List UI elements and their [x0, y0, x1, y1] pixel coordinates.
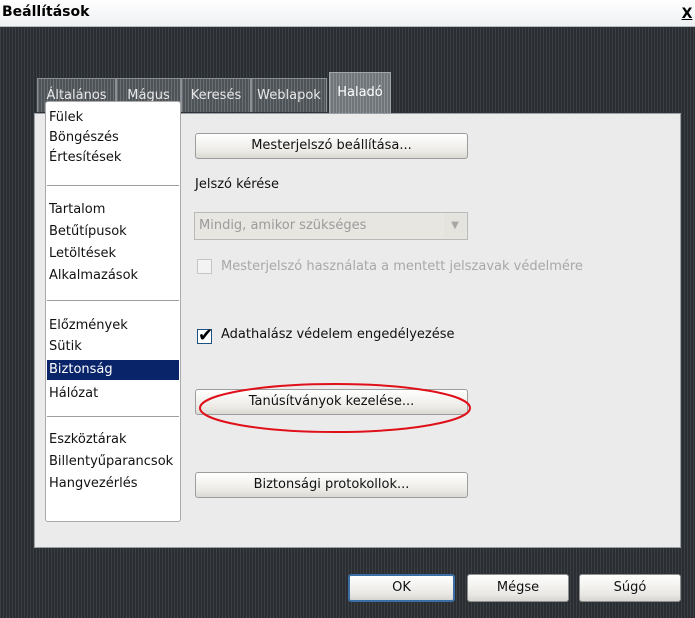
window-title: Beállítások: [2, 4, 90, 20]
tab-kereses[interactable]: Keresés: [181, 78, 251, 112]
category-item-sutik[interactable]: Sütik: [47, 337, 179, 357]
chevron-down-icon: ▼: [444, 214, 466, 238]
preferences-dialog: Beállítások X Általános Mágus Keresés We…: [0, 0, 695, 618]
master-password-button[interactable]: Mesterjelszó beállítása...: [195, 133, 468, 159]
phishing-protection-checkbox[interactable]: ✔: [197, 325, 213, 346]
category-item-halozat[interactable]: Hálózat: [47, 384, 179, 404]
title-bar: Beállítások X: [0, 0, 695, 27]
category-separator: [47, 300, 179, 301]
category-item-alkalmazasok[interactable]: Alkalmazások: [47, 266, 179, 286]
cancel-button[interactable]: Mégse: [467, 574, 569, 602]
category-item-tartalom[interactable]: Tartalom: [47, 200, 179, 220]
category-item-ertesitesek[interactable]: Értesítések: [47, 148, 179, 168]
category-item-letoltesek[interactable]: Letöltések: [47, 244, 179, 264]
help-button[interactable]: Súgó: [579, 574, 681, 602]
tab-weblapok[interactable]: Weblapok: [251, 78, 327, 112]
category-item-billentyuparancsok[interactable]: Billentyűparancsok: [47, 452, 179, 472]
ask-password-select-value: Mindig, amikor szükséges: [199, 218, 367, 233]
security-protocols-button[interactable]: Biztonsági protokollok...: [195, 472, 468, 498]
category-item-hangvezerles[interactable]: Hangvezérlés: [47, 474, 179, 494]
category-item-eszkoztarak[interactable]: Eszköztárak: [47, 430, 179, 450]
ask-password-label: Jelszó kérése: [195, 177, 280, 192]
category-item-elozmenyek[interactable]: Előzmények: [47, 316, 179, 336]
category-list: Fülek Böngészés Értesítések Tartalom Bet…: [45, 101, 181, 522]
checkmark-icon: ✔: [198, 325, 214, 346]
category-item-bongeszes[interactable]: Böngészés: [47, 128, 179, 148]
ok-button[interactable]: OK: [348, 574, 455, 602]
master-password-protect-label: Mesterjelszó használata a mentett jelsza…: [221, 259, 583, 274]
category-item-betutipusok[interactable]: Betűtípusok: [47, 222, 179, 242]
highlight-ellipse: [199, 383, 471, 433]
phishing-protection-label[interactable]: Adathalász védelem engedélyezése: [221, 327, 454, 342]
master-password-protect-checkbox: [197, 259, 212, 274]
category-separator: [47, 416, 179, 417]
ask-password-select: Mindig, amikor szükséges ▼: [194, 212, 468, 240]
category-item-fulek[interactable]: Fülek: [47, 108, 179, 128]
tab-halado[interactable]: Haladó: [329, 72, 391, 114]
category-item-biztonsag[interactable]: Biztonság: [47, 360, 179, 380]
close-icon[interactable]: X: [680, 6, 694, 22]
category-separator: [47, 185, 179, 186]
